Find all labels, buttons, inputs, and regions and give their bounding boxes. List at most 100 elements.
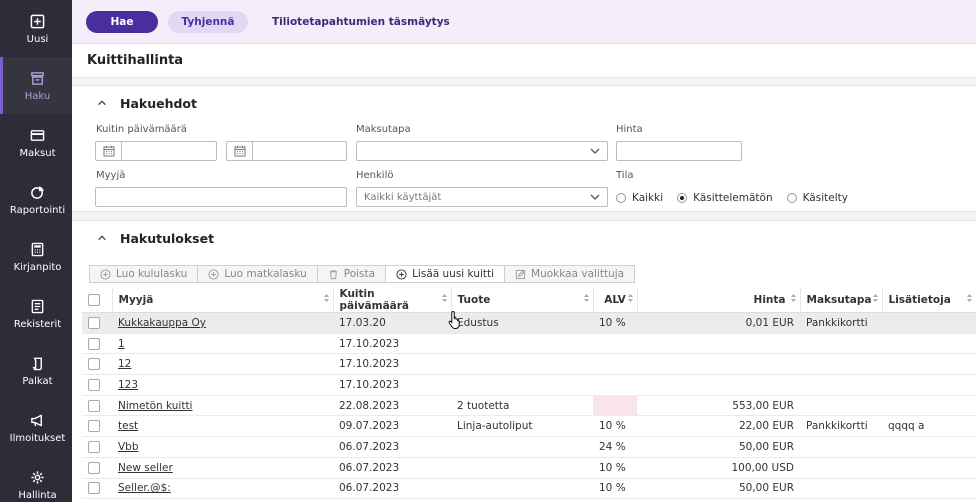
date-to-input[interactable]: [226, 141, 347, 161]
sidebar-item-kirjanpito[interactable]: Kirjanpito: [0, 228, 72, 285]
seller-cell[interactable]: Kukkakauppa Oy: [112, 312, 333, 334]
product-cell: Edustus: [451, 312, 593, 334]
person-select[interactable]: Kaikki käyttäjät: [356, 187, 608, 207]
plus-circle-icon: [208, 268, 219, 280]
seller-cell[interactable]: 123: [112, 374, 333, 396]
column-header-price[interactable]: Hinta: [637, 288, 801, 313]
info-cell: [882, 374, 976, 396]
row-select-cell[interactable]: [82, 436, 112, 458]
seller-cell[interactable]: test: [112, 415, 333, 438]
sidebar-item-label: Hallinta: [18, 490, 57, 501]
sidebar-item-ilmoitukset[interactable]: Ilmoitukset: [0, 399, 72, 456]
calendar-icon[interactable]: [227, 142, 253, 160]
seller-input[interactable]: [95, 187, 347, 207]
table-row[interactable]: New seller 06.07.2023 10 % 100,00 USD: [82, 457, 976, 479]
sidebar-item-rekisterit[interactable]: Rekisterit: [0, 285, 72, 342]
radio-button[interactable]: [616, 193, 626, 203]
column-label: ALV: [604, 294, 626, 306]
clear-button[interactable]: Tyhjennä: [168, 10, 248, 33]
state-option-processed[interactable]: Käsitelty: [786, 192, 848, 204]
create-expense-button[interactable]: Luo kululasku: [89, 265, 199, 283]
seller-cell[interactable]: New seller: [112, 457, 333, 479]
seller-label: Myyjä: [96, 170, 126, 181]
create-travel-button[interactable]: Luo matkalasku: [197, 265, 318, 283]
column-header-date[interactable]: Kuitin päivämäärä: [333, 288, 452, 313]
plus-circle-icon: [100, 268, 111, 280]
calendar-icon[interactable]: [96, 142, 122, 160]
row-checkbox[interactable]: [88, 316, 100, 329]
seller-cell[interactable]: Nimetön kuitti: [112, 395, 333, 417]
search-button[interactable]: Hae: [86, 10, 158, 33]
column-header-info[interactable]: Lisätietoja: [882, 288, 976, 313]
sidebar-item-label: Uusi: [26, 34, 49, 45]
sort-icon: [583, 294, 589, 302]
payment-cell: Pankkikortti: [800, 415, 882, 438]
row-select-cell[interactable]: [82, 457, 112, 479]
radio-button[interactable]: [786, 193, 797, 203]
row-checkbox[interactable]: [88, 461, 100, 474]
results-header[interactable]: Hakutulokset: [72, 221, 976, 255]
top-action-bar: Hae Tyhjennä Tiliotetapahtumien täsmäyty…: [72, 0, 976, 44]
table-row[interactable]: Seller.@$: 06.07.2023 10 % 50,00 EUR: [82, 478, 976, 500]
row-checkbox[interactable]: [88, 420, 100, 433]
sort-icon: [872, 294, 878, 302]
column-header-product[interactable]: Tuote: [451, 288, 594, 313]
row-checkbox[interactable]: [88, 358, 100, 371]
row-select-cell[interactable]: [82, 478, 112, 500]
table-row[interactable]: test 09.07.2023 Linja-autoliput 10 % 22,…: [82, 415, 976, 438]
bank-reconciliation-link[interactable]: Tiliotetapahtumien täsmäytys: [272, 16, 450, 28]
sidebar-item-palkat[interactable]: Palkat: [0, 342, 72, 399]
table-row[interactable]: Nimetön kuitti 22.08.2023 2 tuotetta 553…: [82, 395, 976, 417]
seller-cell[interactable]: 1: [112, 333, 333, 355]
seller-cell[interactable]: Vbb: [112, 436, 333, 458]
table-row[interactable]: Kukkakauppa Oy 17.03.20 Edustus 10 % 0,0…: [82, 312, 976, 334]
sort-icon: [441, 294, 447, 302]
state-option-unprocessed[interactable]: Käsittelemätön: [677, 192, 773, 204]
seller-cell[interactable]: Seller.@$:: [112, 478, 333, 500]
row-select-cell[interactable]: [82, 415, 112, 438]
sidebar-item-haku[interactable]: Haku: [0, 57, 72, 114]
table-row[interactable]: Vbb 06.07.2023 24 % 50,00 EUR: [82, 436, 976, 458]
sidebar-item-maksut[interactable]: Maksut: [0, 114, 72, 171]
state-option-all[interactable]: Kaikki: [616, 192, 663, 204]
filters-header[interactable]: Hakuehdot: [72, 86, 976, 120]
seller-cell[interactable]: 12: [112, 353, 333, 376]
column-label: Lisätietoja: [888, 294, 951, 306]
sidebar-item-uusi[interactable]: Uusi: [0, 0, 72, 57]
row-checkbox[interactable]: [88, 378, 100, 391]
row-checkbox[interactable]: [88, 399, 100, 412]
state-radio-group: Kaikki Käsittelemätön Käsitelty: [616, 192, 862, 204]
product-cell: [451, 436, 593, 458]
date-cell: 17.10.2023: [333, 333, 451, 355]
row-checkbox[interactable]: [88, 482, 100, 495]
radio-button[interactable]: [677, 193, 688, 203]
row-select-cell[interactable]: [82, 333, 112, 355]
select-all-checkbox[interactable]: [88, 294, 100, 306]
sidebar-item-hallinta[interactable]: Hallinta: [0, 456, 72, 502]
row-checkbox[interactable]: [88, 440, 100, 453]
select-all-cell[interactable]: [82, 288, 113, 313]
row-select-cell[interactable]: [82, 374, 112, 396]
table-row[interactable]: 1 17.10.2023: [82, 333, 976, 355]
sidebar-item-raportointi[interactable]: Raportointi: [0, 171, 72, 228]
price-cell: [637, 374, 800, 396]
date-from-input[interactable]: [95, 141, 217, 161]
column-header-payment[interactable]: Maksutapa: [800, 288, 883, 313]
payment-method-select[interactable]: [356, 141, 608, 161]
delete-button[interactable]: Poista: [316, 265, 387, 283]
table-row[interactable]: 12 17.10.2023: [82, 353, 976, 376]
row-select-cell[interactable]: [82, 312, 112, 334]
radio-label: Käsitelty: [802, 192, 848, 204]
price-input[interactable]: [616, 141, 742, 161]
row-select-cell[interactable]: [82, 395, 112, 417]
table-row[interactable]: 123 17.10.2023: [82, 374, 976, 396]
column-header-vat[interactable]: ALV: [593, 288, 638, 313]
edit-icon: [515, 269, 526, 279]
product-cell: [451, 457, 593, 479]
edit-selected-button[interactable]: Muokkaa valittuja: [504, 265, 636, 283]
payment-method-label: Maksutapa: [356, 124, 411, 135]
add-receipt-button[interactable]: Lisää uusi kuitti: [385, 265, 506, 283]
row-select-cell[interactable]: [82, 353, 112, 376]
column-header-seller[interactable]: Myyjä: [112, 288, 334, 313]
row-checkbox[interactable]: [88, 337, 100, 350]
